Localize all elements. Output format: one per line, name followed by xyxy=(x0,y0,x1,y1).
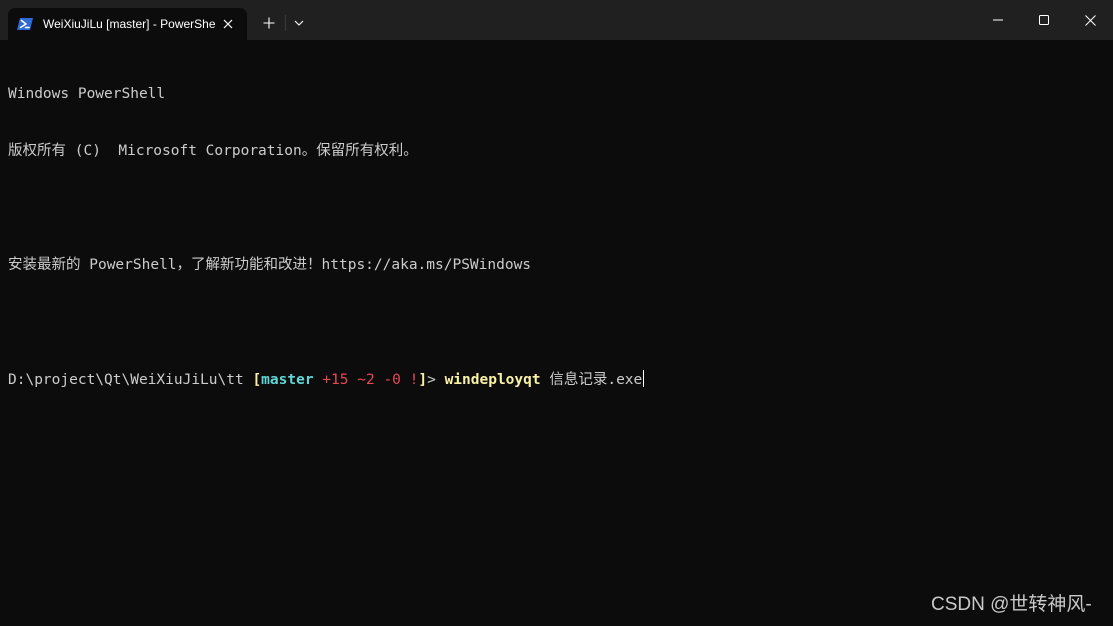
terminal-window: WeiXiuJiLu [master] - PowerShell Windows… xyxy=(0,0,1113,626)
tab-powershell[interactable]: WeiXiuJiLu [master] - PowerShell xyxy=(8,8,247,40)
title-bar: WeiXiuJiLu [master] - PowerShell xyxy=(0,0,1113,40)
tab-title: WeiXiuJiLu [master] - PowerShell xyxy=(43,17,216,31)
git-modified: ~2 xyxy=(357,372,375,388)
plus-icon xyxy=(263,17,275,29)
command-text: windeployqt xyxy=(444,372,541,388)
git-open-bracket: [ xyxy=(252,372,262,388)
prompt-path: D:\project\Qt\WeiXiuJiLu\tt xyxy=(8,372,253,388)
prompt-line[interactable]: D:\project\Qt\WeiXiuJiLu\tt [master +15 … xyxy=(8,370,1105,389)
close-icon xyxy=(223,19,233,29)
powershell-icon xyxy=(17,18,33,30)
terminal-output[interactable]: Windows PowerShell 版权所有 (C) Microsoft Co… xyxy=(8,47,1105,607)
git-deleted: -0 xyxy=(383,372,401,388)
profile-dropdown-button[interactable] xyxy=(288,11,310,35)
new-tab-button[interactable] xyxy=(256,11,282,35)
tab-separator xyxy=(285,15,286,31)
git-added: +15 xyxy=(322,372,349,388)
git-close-bracket: ] xyxy=(418,372,428,388)
close-icon xyxy=(1084,14,1096,26)
header-line-3: 安装最新的 PowerShell，了解新功能和改进！https://aka.ms… xyxy=(8,257,532,273)
chevron-down-icon xyxy=(294,20,304,26)
text-cursor xyxy=(643,370,645,387)
maximize-button[interactable] xyxy=(1021,0,1067,40)
header-line-1: Windows PowerShell xyxy=(8,86,166,102)
close-window-button[interactable] xyxy=(1067,0,1113,40)
command-argument: 信息记录.exe xyxy=(540,372,643,388)
tab-close-button[interactable] xyxy=(218,14,238,34)
watermark: CSDN @世转神风- xyxy=(931,594,1092,615)
maximize-icon xyxy=(1039,15,1049,25)
header-line-2: 版权所有 (C) Microsoft Corporation。保留所有权利。 xyxy=(8,143,418,159)
git-branch: master xyxy=(261,372,314,388)
prompt-symbol: > xyxy=(427,372,445,388)
minimize-button[interactable] xyxy=(975,0,1021,40)
minimize-icon xyxy=(993,19,1003,21)
